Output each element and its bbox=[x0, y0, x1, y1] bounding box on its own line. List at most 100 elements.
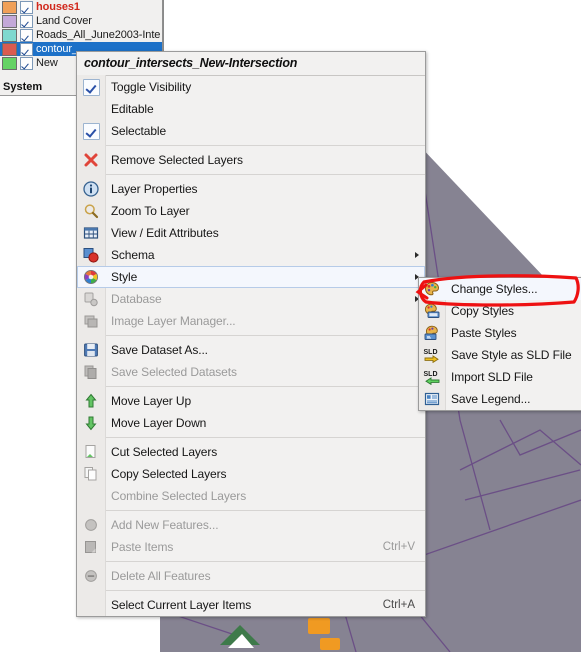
layer-visibility-checkbox[interactable] bbox=[20, 14, 33, 28]
checkbox-blank-icon[interactable] bbox=[83, 101, 100, 118]
menu-item-zoom-to-layer[interactable]: Zoom To Layer bbox=[77, 200, 425, 222]
table-grid-icon bbox=[77, 222, 105, 244]
menu-separator bbox=[105, 174, 425, 175]
menu-item-label: Schema bbox=[111, 248, 155, 262]
legend-icon bbox=[419, 388, 445, 410]
submenu-item-paste-styles[interactable]: Paste Styles bbox=[419, 322, 581, 344]
checkbox-checked-icon bbox=[77, 76, 105, 98]
context-menu-title: contour_intersects_New-Intersection bbox=[77, 52, 425, 76]
copy-page-icon bbox=[77, 463, 105, 485]
menu-item-cut-selected-layers[interactable]: Cut Selected Layers bbox=[77, 441, 425, 463]
submenu-item-save-style-as-sld-file[interactable]: SLD Save Style as SLD File bbox=[419, 344, 581, 366]
menu-item-label: Save Selected Datasets bbox=[111, 365, 237, 379]
palette-copy-icon bbox=[419, 300, 445, 322]
schema-icon bbox=[77, 244, 105, 266]
color-wheel-icon bbox=[77, 266, 105, 288]
menu-separator bbox=[105, 561, 425, 562]
submenu-item-import-sld-file[interactable]: SLD Import SLD File bbox=[419, 366, 581, 388]
style-submenu-items: Change Styles... Copy Styles Paste Styles S… bbox=[419, 278, 581, 410]
layer-name-label: contour_ bbox=[36, 43, 79, 55]
menu-item-combine-selected-layers: Combine Selected Layers bbox=[77, 485, 425, 507]
copy-pages-icon bbox=[77, 361, 105, 383]
menu-item-label: Style bbox=[111, 270, 138, 284]
submenu-arrow-icon bbox=[415, 252, 419, 258]
menu-item-shortcut: Ctrl+V bbox=[382, 541, 415, 553]
menu-item-view-edit-attributes[interactable]: View / Edit Attributes bbox=[77, 222, 425, 244]
image-layers-icon bbox=[77, 310, 105, 332]
layer-tree-item[interactable]: Roads_All_June2003-Inte bbox=[0, 28, 163, 42]
menu-item-label: Image Layer Manager... bbox=[111, 314, 236, 328]
menu-item-label: Combine Selected Layers bbox=[111, 489, 247, 503]
menu-item-label: Add New Features... bbox=[111, 518, 219, 532]
menu-separator bbox=[105, 510, 425, 511]
layer-tree-item[interactable]: houses1 bbox=[0, 0, 163, 14]
menu-item-label: Paste Items bbox=[111, 540, 174, 554]
menu-item-add-new-features: Add New Features... bbox=[77, 514, 425, 536]
menu-item-label: Zoom To Layer bbox=[111, 204, 190, 218]
menu-item-label: Delete All Features bbox=[111, 569, 211, 583]
menu-item-image-layer-manager: Image Layer Manager... bbox=[77, 310, 425, 332]
checkbox-checked-icon[interactable] bbox=[82, 122, 100, 140]
menu-item-move-layer-down[interactable]: Move Layer Down bbox=[77, 412, 425, 434]
menu-item-label: Toggle Visibility bbox=[111, 80, 192, 94]
submenu-item-label: Paste Styles bbox=[451, 326, 517, 340]
layer-context-menu[interactable]: contour_intersects_New-Intersection Togg… bbox=[76, 51, 426, 617]
layer-name-label: houses1 bbox=[36, 1, 80, 13]
menu-item-label: Layer Properties bbox=[111, 182, 198, 196]
menu-item-label: Editable bbox=[111, 102, 154, 116]
layer-visibility-checkbox[interactable] bbox=[20, 28, 33, 42]
submenu-item-copy-styles[interactable]: Copy Styles bbox=[419, 300, 581, 322]
layer-name-label: New bbox=[36, 57, 58, 69]
menu-item-label: Move Layer Up bbox=[111, 394, 192, 408]
menu-item-schema[interactable]: Schema bbox=[77, 244, 425, 266]
menu-item-layer-properties[interactable]: Layer Properties bbox=[77, 178, 425, 200]
delete-feature-icon bbox=[77, 565, 105, 587]
magnifier-icon bbox=[77, 200, 105, 222]
menu-item-label: Select Current Layer Items bbox=[111, 598, 252, 612]
checkbox-checked-icon[interactable] bbox=[82, 78, 100, 96]
menu-icon-empty bbox=[77, 594, 105, 616]
menu-separator bbox=[105, 590, 425, 591]
layer-visibility-checkbox[interactable] bbox=[20, 56, 33, 70]
add-feature-icon bbox=[77, 514, 105, 536]
menu-item-toggle-visibility[interactable]: Toggle Visibility bbox=[77, 76, 425, 98]
sld-export-icon: SLD bbox=[419, 344, 445, 366]
layer-tree-item[interactable]: Land Cover bbox=[0, 14, 163, 28]
submenu-item-label: Change Styles... bbox=[451, 282, 538, 296]
layer-color-swatch bbox=[2, 14, 17, 28]
layer-name-label: Land Cover bbox=[36, 15, 92, 27]
menu-separator bbox=[105, 335, 425, 336]
checkbox-blank-icon bbox=[77, 98, 105, 120]
menu-item-database: Database bbox=[77, 288, 425, 310]
menu-item-save-selected-datasets: Save Selected Datasets bbox=[77, 361, 425, 383]
red-x-icon bbox=[77, 149, 105, 171]
layer-visibility-checkbox[interactable] bbox=[20, 42, 33, 56]
menu-item-style[interactable]: Style bbox=[77, 266, 425, 288]
style-submenu[interactable]: Change Styles... Copy Styles Paste Styles S… bbox=[418, 277, 581, 411]
menu-item-label: Move Layer Down bbox=[111, 416, 207, 430]
submenu-item-change-styles[interactable]: Change Styles... bbox=[419, 278, 581, 300]
submenu-item-label: Import SLD File bbox=[451, 370, 533, 384]
layer-color-swatch bbox=[2, 56, 17, 70]
svg-text:SLD: SLD bbox=[424, 349, 438, 356]
layer-color-swatch bbox=[2, 42, 17, 56]
menu-item-editable[interactable]: Editable bbox=[77, 98, 425, 120]
menu-item-label: Remove Selected Layers bbox=[111, 153, 243, 167]
menu-item-copy-selected-layers[interactable]: Copy Selected Layers bbox=[77, 463, 425, 485]
submenu-item-label: Save Legend... bbox=[451, 392, 531, 406]
palette-paste-icon bbox=[419, 322, 445, 344]
menu-item-remove-selected-layers[interactable]: Remove Selected Layers bbox=[77, 149, 425, 171]
menu-item-move-layer-up[interactable]: Move Layer Up bbox=[77, 390, 425, 412]
menu-item-selectable[interactable]: Selectable bbox=[77, 120, 425, 142]
menu-item-label: Copy Selected Layers bbox=[111, 467, 227, 481]
menu-icon-empty bbox=[77, 485, 105, 507]
menu-item-label: Cut Selected Layers bbox=[111, 445, 218, 459]
layer-visibility-checkbox[interactable] bbox=[20, 0, 33, 14]
database-gear-icon bbox=[77, 288, 105, 310]
submenu-item-save-legend[interactable]: Save Legend... bbox=[419, 388, 581, 410]
menu-item-label: View / Edit Attributes bbox=[111, 226, 219, 240]
menu-item-save-dataset-as[interactable]: Save Dataset As... bbox=[77, 339, 425, 361]
checkbox-checked-icon bbox=[77, 120, 105, 142]
menu-item-select-current-layer-items[interactable]: Select Current Layer Items Ctrl+A bbox=[77, 594, 425, 616]
menu-item-label: Database bbox=[111, 292, 162, 306]
